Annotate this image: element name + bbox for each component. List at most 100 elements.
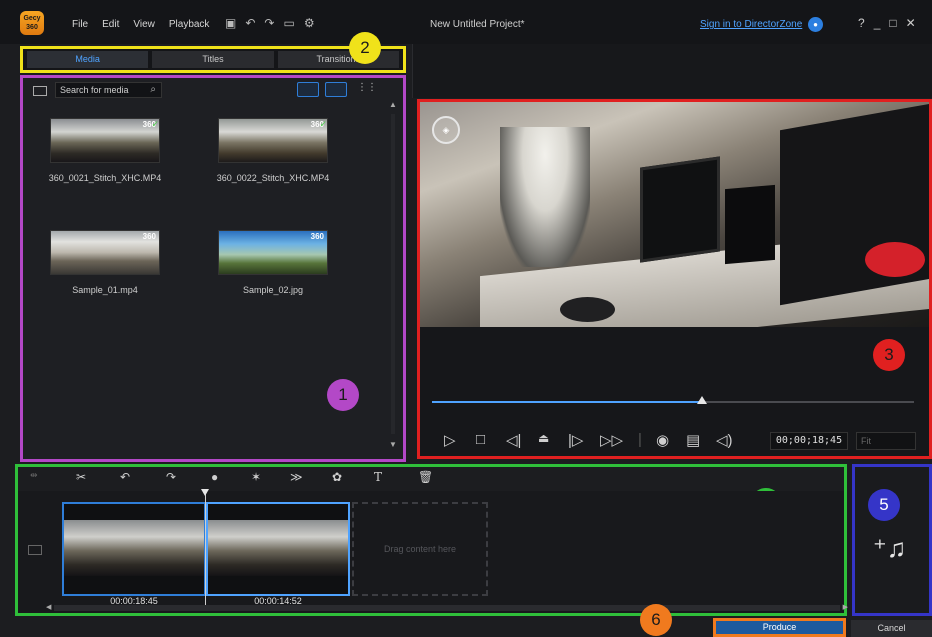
media-thumbnail[interactable]: 360 ✓	[50, 118, 160, 163]
media-filename: 360_0021_Stitch_XHC.MP4	[48, 173, 162, 183]
menu-edit[interactable]: Edit	[102, 19, 119, 30]
media-item[interactable]: 360 ✓ 360_0022_Stitch_XHC.MP4	[203, 118, 343, 183]
split-scissors-icon[interactable]: ✂	[76, 470, 86, 484]
video-filter-button[interactable]	[297, 82, 319, 97]
callout-6: 6	[640, 604, 672, 636]
media-item[interactable]: 360 Sample_01.mp4	[35, 230, 175, 295]
360-navigation-icon[interactable]: ◈	[432, 116, 460, 144]
timeline-scrollbar[interactable]: ◀ ▶	[46, 604, 848, 611]
track-video-icon	[28, 545, 42, 555]
menu-playback[interactable]: Playback	[169, 19, 210, 30]
magic-wand-icon[interactable]: ✶	[251, 470, 261, 484]
timeline-clip[interactable]	[62, 502, 206, 596]
app-logo: Gecy 360	[20, 11, 44, 35]
volume-icon[interactable]: ◁)	[716, 431, 733, 449]
video-preview[interactable]: ◈	[420, 102, 929, 327]
add-music-icon[interactable]: ⁺♫	[873, 533, 906, 564]
scroll-up-icon[interactable]: ▲	[389, 100, 397, 109]
media-thumbnail[interactable]: 360	[218, 230, 328, 275]
speed-icon[interactable]: ≫	[290, 470, 303, 484]
menu-file[interactable]: File	[72, 19, 88, 30]
callout-3: 3	[873, 339, 905, 371]
import-media-icon[interactable]	[33, 86, 47, 96]
seek-bar[interactable]	[432, 396, 914, 404]
produce-area: Produce	[713, 618, 846, 637]
settings-gear-icon[interactable]: ⚙	[304, 16, 315, 30]
redo-icon[interactable]: ↷	[264, 16, 274, 30]
scroll-left-icon[interactable]: ◀	[46, 603, 51, 611]
callout-2: 2	[349, 32, 381, 64]
timeline-mode-icon[interactable]: ⇹	[30, 470, 38, 481]
close-icon[interactable]: ✕	[906, 16, 916, 30]
sign-in-link[interactable]: Sign in to DirectorZone	[700, 19, 802, 30]
callout-1: 1	[327, 379, 359, 411]
scene-monitor-2	[725, 184, 775, 265]
callout-5: 5	[868, 489, 900, 521]
scroll-down-icon[interactable]: ▼	[389, 440, 397, 449]
cancel-button[interactable]: Cancel	[851, 620, 932, 637]
subtitle-icon[interactable]: ▤	[686, 431, 700, 449]
search-icon[interactable]: ⌕	[150, 84, 156, 95]
media-thumbnail[interactable]: 360	[50, 230, 160, 275]
title-text-icon[interactable]: T	[374, 470, 382, 484]
rotate-right-icon[interactable]: ↷	[166, 470, 176, 484]
drop-zone[interactable]: Drag content here	[352, 502, 488, 596]
fast-forward-icon[interactable]: ▷▷	[600, 431, 623, 449]
video-track[interactable]: 00:00:18:45 00:00:14:52 Drag content her…	[18, 489, 848, 613]
media-toolbar: Search for media ⌕	[33, 82, 162, 98]
stop-icon[interactable]: □	[476, 431, 485, 448]
minimize-icon[interactable]: _	[874, 16, 881, 30]
save-icon[interactable]: ▣	[225, 16, 236, 30]
effects-icon[interactable]: ✿	[332, 470, 342, 484]
notification-bell-icon[interactable]: ●	[808, 17, 823, 32]
media-item[interactable]: 360 Sample_02.jpg	[203, 230, 343, 295]
media-filename: Sample_01.mp4	[72, 285, 138, 295]
media-thumbnail[interactable]: 360 ✓	[218, 118, 328, 163]
tab-media[interactable]: Media	[27, 51, 149, 68]
media-item[interactable]: 360 ✓ 360_0021_Stitch_XHC.MP4	[35, 118, 175, 183]
produce-button[interactable]: Produce	[716, 621, 843, 634]
timeline-toolbar: ⇹ ✂ ↶ ↷ ● ✶ ≫ ✿ T 🗑	[18, 467, 844, 489]
help-icon[interactable]: ?	[858, 16, 865, 30]
media-scrollbar[interactable]: ▲ ▼	[389, 100, 397, 452]
tab-transitions[interactable]: Transitions	[277, 51, 399, 68]
delete-trash-icon[interactable]: 🗑	[418, 470, 433, 484]
media-library-panel: Search for media ⌕ ⋮⋮ 360 ✓ 360_0021_Sti…	[20, 75, 406, 462]
scroll-right-icon[interactable]: ▶	[843, 603, 848, 611]
preview-panel: ◈ 3 ▷ □ ◁| ⏏ |▷ ▷▷ | ◉ ▤ ◁) 00;00;18;45 …	[417, 99, 932, 459]
playhead[interactable]	[201, 489, 209, 609]
view-mode-buttons: ⋮⋮	[297, 82, 377, 97]
timecode-display[interactable]: 00;00;18;45	[770, 432, 848, 450]
previous-frame-icon[interactable]: ◁|	[506, 431, 521, 449]
project-title: New Untitled Project*	[430, 19, 525, 30]
library-tabs: Media Titles Transitions	[20, 46, 406, 73]
badge-360: 360	[142, 232, 156, 241]
scene-monitor	[640, 156, 720, 263]
clip-thumbnail	[64, 520, 204, 576]
zoom-select[interactable]: Fit	[856, 432, 916, 450]
seek-progress	[432, 401, 702, 403]
rotate-left-icon[interactable]: ↶	[120, 470, 130, 484]
window-controls: ? _ □ ✕	[858, 16, 916, 30]
search-media-input[interactable]: Search for media ⌕	[55, 82, 162, 98]
checkmark-icon: ✓	[151, 119, 159, 129]
next-marker-icon[interactable]: ⏏	[538, 431, 549, 445]
timeline-panel: ⇹ ✂ ↶ ↷ ● ✶ ≫ ✿ T 🗑 4 00:00:18:45 00:00:…	[15, 464, 848, 616]
seek-handle[interactable]	[696, 396, 707, 404]
aspect-ratio-icon[interactable]: ▭	[283, 16, 294, 30]
play-icon[interactable]: ▷	[444, 431, 456, 449]
color-adjust-icon[interactable]: ●	[211, 470, 218, 484]
title-bar: Gecy 360 File Edit View Playback ▣ ↶ ↷ ▭…	[0, 0, 932, 44]
tab-titles[interactable]: Titles	[152, 51, 274, 68]
grid-view-icon[interactable]: ⋮⋮	[357, 82, 377, 97]
music-panel: 5 ⁺♫	[852, 464, 932, 616]
badge-360: 360	[310, 232, 324, 241]
timeline-clip[interactable]	[206, 502, 350, 596]
maximize-icon[interactable]: □	[889, 16, 896, 30]
undo-icon[interactable]: ↶	[245, 16, 255, 30]
next-frame-icon[interactable]: |▷	[568, 431, 583, 449]
image-filter-button[interactable]	[325, 82, 347, 97]
snapshot-camera-icon[interactable]: ◉	[656, 431, 669, 449]
menu-view[interactable]: View	[133, 19, 155, 30]
scroll-track[interactable]	[391, 114, 395, 434]
